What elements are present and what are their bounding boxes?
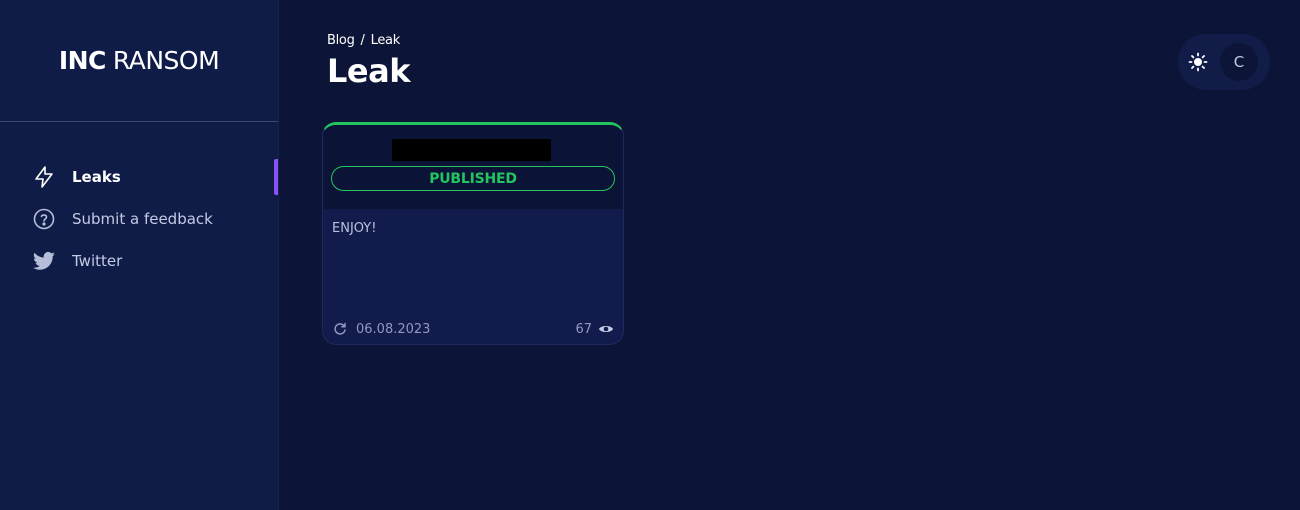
sidebar-item-label: Twitter bbox=[72, 252, 123, 270]
refresh-icon bbox=[332, 321, 348, 337]
main-content: Blog / Leak Leak C PUBLISHED ENJOY! 06.0… bbox=[280, 0, 1300, 510]
sun-icon[interactable] bbox=[1188, 52, 1208, 72]
sidebar-item-label: Submit a feedback bbox=[72, 210, 213, 228]
leak-card[interactable]: PUBLISHED ENJOY! 06.08.2023 67 bbox=[322, 122, 624, 345]
app: INC RANSOM Leaks Submit a feedback Twitt… bbox=[0, 0, 1300, 510]
eye-icon bbox=[598, 321, 614, 337]
card-views: 67 bbox=[575, 321, 614, 337]
breadcrumb-blog[interactable]: Blog bbox=[327, 33, 355, 48]
breadcrumb-separator: / bbox=[360, 33, 365, 48]
sidebar-item-twitter[interactable]: Twitter bbox=[0, 240, 278, 282]
card-header: PUBLISHED bbox=[323, 125, 623, 209]
lightning-icon bbox=[32, 165, 56, 189]
sidebar-nav: Leaks Submit a feedback Twitter bbox=[0, 122, 278, 282]
breadcrumb-current: Leak bbox=[370, 33, 401, 48]
logo-light: RANSOM bbox=[112, 46, 220, 75]
date-text: 06.08.2023 bbox=[356, 321, 431, 337]
avatar[interactable]: C bbox=[1220, 43, 1258, 81]
logo[interactable]: INC RANSOM bbox=[0, 0, 278, 122]
card-footer: 06.08.2023 67 bbox=[323, 314, 623, 344]
redacted-title bbox=[392, 139, 551, 161]
sidebar-item-feedback[interactable]: Submit a feedback bbox=[0, 198, 278, 240]
sidebar-item-leaks[interactable]: Leaks bbox=[0, 156, 278, 198]
views-count: 67 bbox=[575, 321, 592, 337]
question-circle-icon bbox=[32, 207, 56, 231]
sidebar: INC RANSOM Leaks Submit a feedback Twitt… bbox=[0, 0, 279, 510]
status-badge: PUBLISHED bbox=[331, 166, 615, 191]
card-description: ENJOY! bbox=[332, 221, 377, 236]
page-title: Leak bbox=[327, 52, 410, 90]
breadcrumb: Blog / Leak bbox=[327, 33, 400, 48]
card-date: 06.08.2023 bbox=[332, 321, 430, 337]
logo-bold: INC bbox=[58, 46, 107, 75]
sidebar-item-label: Leaks bbox=[72, 168, 121, 186]
top-controls: C bbox=[1178, 34, 1270, 90]
twitter-icon bbox=[32, 249, 56, 273]
